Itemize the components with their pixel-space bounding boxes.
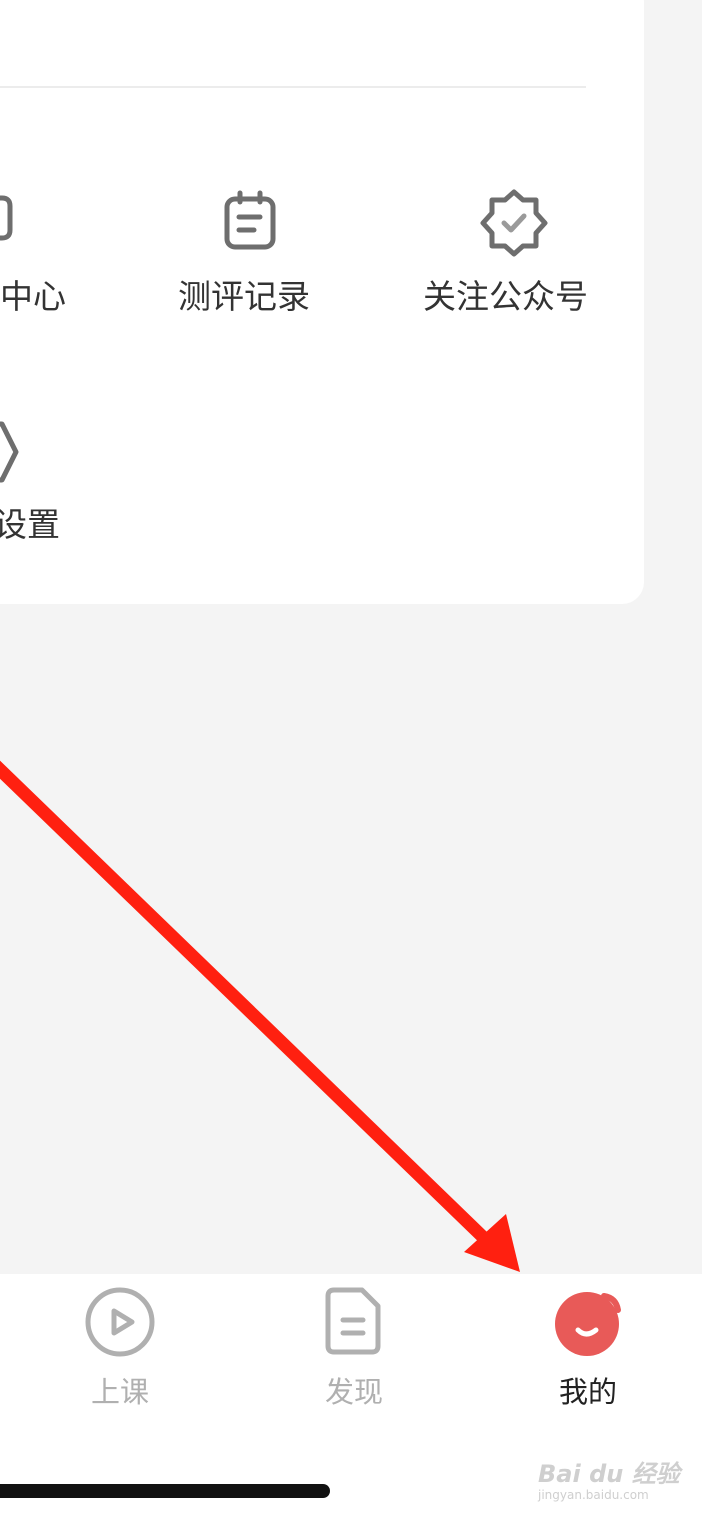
home-indicator	[0, 1484, 330, 1498]
baidu-watermark: Bai du 经验 jingyan.baidu.com	[538, 1442, 680, 1502]
watermark-sub-text: jingyan.baidu.com	[538, 1488, 649, 1502]
tab-label: 我的	[558, 1375, 617, 1409]
tab-class[interactable]: 上课	[50, 1274, 190, 1434]
watermark-main-text: Bai du 经验	[538, 1460, 680, 1488]
tab-label: 发现	[324, 1375, 383, 1409]
tab-mine[interactable]: 我的	[518, 1274, 658, 1434]
play-circle-icon	[85, 1287, 155, 1357]
document-icon	[325, 1287, 381, 1355]
profile-smile-icon	[555, 1292, 621, 1356]
tab-discover[interactable]: 发现	[284, 1274, 424, 1434]
tab-label: 上课	[90, 1375, 149, 1409]
